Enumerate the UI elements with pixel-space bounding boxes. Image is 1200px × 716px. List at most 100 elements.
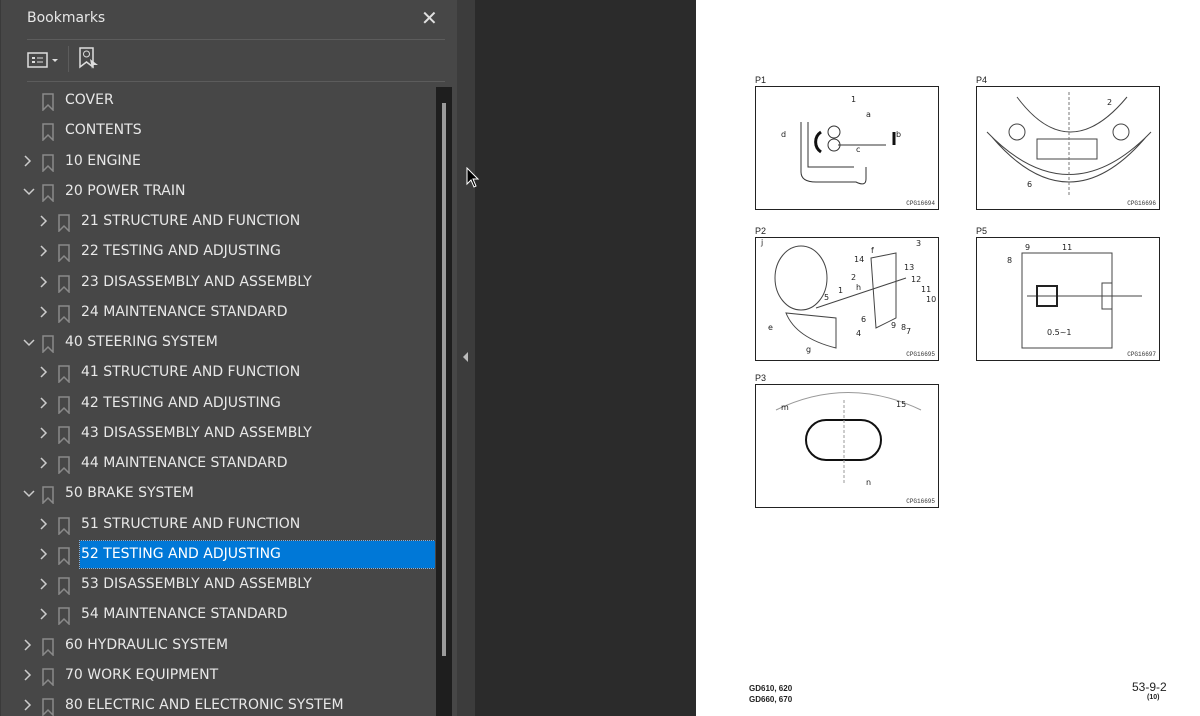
bookmark-icon bbox=[42, 486, 54, 506]
chevron-down-icon[interactable] bbox=[22, 184, 35, 198]
bookmark-label: COVER bbox=[65, 92, 114, 108]
bookmark-item[interactable]: 23 DISASSEMBLY AND ASSEMBLY bbox=[1, 269, 435, 297]
pdf-page: P1 1 a b c d CPG16694 P4 2 6 CPG16696 P2 j f 3 1… bbox=[696, 0, 1200, 716]
bookmark-label: 41 STRUCTURE AND FUNCTION bbox=[81, 364, 301, 381]
bookmark-item[interactable]: 80 ELECTRIC AND ELECTRONIC SYSTEM bbox=[1, 692, 435, 716]
bookmark-item[interactable]: 50 BRAKE SYSTEM bbox=[1, 480, 435, 508]
figure-callout: d bbox=[781, 130, 786, 139]
bookmark-item[interactable]: 41 STRUCTURE AND FUNCTION bbox=[1, 359, 435, 387]
bookmark-icon bbox=[58, 426, 70, 445]
figure-image: 1 a b c d CPG16694 bbox=[755, 86, 939, 210]
chevron-right-icon[interactable] bbox=[38, 517, 50, 531]
figure-callout: f bbox=[871, 246, 874, 255]
chevron-right-icon[interactable] bbox=[38, 365, 50, 379]
figure-callout: 1 bbox=[851, 95, 856, 104]
figure-code: CPG16694 bbox=[906, 200, 935, 207]
figure-callout: 9 bbox=[891, 321, 896, 330]
bookmark-item[interactable]: 24 MAINTENANCE STANDARD bbox=[1, 299, 435, 327]
figure-caption: P5 bbox=[976, 226, 988, 236]
divider bbox=[27, 81, 445, 82]
list-options-icon[interactable] bbox=[27, 50, 61, 74]
close-icon[interactable]: ✕ bbox=[421, 6, 438, 30]
chevron-right-icon[interactable] bbox=[38, 426, 50, 440]
chevron-right-icon[interactable] bbox=[38, 244, 50, 258]
bookmark-item[interactable]: 20 POWER TRAIN bbox=[1, 178, 435, 206]
page-number: 53-9-2 bbox=[1132, 680, 1167, 694]
bookmark-item[interactable]: 60 HYDRAULIC SYSTEM bbox=[1, 632, 435, 660]
figure-callout: 15 bbox=[896, 400, 906, 409]
bookmark-item[interactable]: 53 DISASSEMBLY AND ASSEMBLY bbox=[1, 571, 435, 599]
bookmark-icon bbox=[42, 123, 54, 143]
chevron-down-icon[interactable] bbox=[22, 335, 35, 349]
chevron-right-icon[interactable] bbox=[22, 668, 34, 682]
bookmark-icon bbox=[58, 365, 70, 385]
bookmark-tree: COVER CONTENTS 10 ENGINE 20 POWER TRAIN 21 S… bbox=[1, 86, 435, 716]
chevron-right-icon[interactable] bbox=[38, 577, 50, 591]
bookmark-item[interactable]: 70 WORK EQUIPMENT bbox=[1, 662, 435, 690]
figure-code: CPG16697 bbox=[1127, 351, 1156, 358]
bookmark-item[interactable]: 52 TESTING AND ADJUSTING bbox=[1, 539, 435, 569]
chevron-right-icon[interactable] bbox=[22, 698, 34, 712]
scrollbar-thumb[interactable] bbox=[442, 103, 446, 656]
figure-callout: 7 bbox=[906, 327, 911, 336]
bookmark-item[interactable]: 42 TESTING AND ADJUSTING bbox=[1, 390, 435, 418]
bookmark-item[interactable]: COVER bbox=[1, 87, 435, 115]
chevron-down-icon[interactable] bbox=[22, 486, 35, 500]
chevron-right-icon[interactable] bbox=[38, 607, 50, 621]
bookmark-icon bbox=[58, 547, 70, 566]
figure-callout: 8 bbox=[1007, 256, 1012, 265]
bookmark-label: 44 MAINTENANCE STANDARD bbox=[81, 455, 288, 471]
figure-callout: 9 bbox=[1025, 243, 1030, 252]
figure-callout: 4 bbox=[856, 329, 861, 338]
bookmarks-panel: Bookmarks ✕ COVER CONTENTS 10 ENGINE 20 POW… bbox=[0, 0, 457, 716]
figure-callout: 2 bbox=[851, 273, 856, 282]
bookmark-icon bbox=[58, 577, 70, 596]
bookmark-label: 51 STRUCTURE AND FUNCTION bbox=[81, 515, 301, 532]
figure-callout: 1 bbox=[838, 286, 843, 295]
bookmark-item[interactable]: 21 STRUCTURE AND FUNCTION bbox=[1, 208, 435, 236]
figure-p3: P3 m 15 n CPG16695 bbox=[755, 373, 939, 509]
figure-callout: 2 bbox=[1107, 98, 1112, 107]
chevron-right-icon[interactable] bbox=[38, 396, 50, 410]
divider bbox=[68, 46, 69, 72]
bookmark-icon bbox=[42, 335, 54, 354]
bookmark-label: 23 DISASSEMBLY AND ASSEMBLY bbox=[81, 273, 312, 290]
mouse-cursor-icon bbox=[466, 167, 480, 188]
chevron-right-icon[interactable] bbox=[38, 275, 50, 289]
figure-caption: P3 bbox=[755, 373, 767, 383]
collapse-panel-icon[interactable] bbox=[461, 351, 471, 363]
figure-callout: 11 bbox=[921, 285, 931, 294]
revision: (10) bbox=[1147, 694, 1160, 701]
chevron-right-icon[interactable] bbox=[22, 638, 34, 652]
bookmark-item[interactable]: 22 TESTING AND ADJUSTING bbox=[1, 238, 435, 266]
bookmark-item[interactable]: 43 DISASSEMBLY AND ASSEMBLY bbox=[1, 420, 435, 448]
bookmark-item[interactable]: 40 STEERING SYSTEM bbox=[1, 329, 435, 357]
scrollbar[interactable] bbox=[436, 87, 452, 716]
figure-image: j f 3 14 13 2 12 11 10 1 h 5 6 9 8 7 4 e g CPG16695 bbox=[755, 237, 939, 361]
bookmark-item[interactable]: 44 MAINTENANCE STANDARD bbox=[1, 450, 435, 478]
bookmark-item[interactable]: 54 MAINTENANCE STANDARD bbox=[1, 601, 435, 629]
bookmark-icon bbox=[42, 184, 54, 203]
panel-splitter[interactable] bbox=[457, 0, 475, 716]
bookmark-label: 22 TESTING AND ADJUSTING bbox=[81, 243, 281, 260]
bookmark-icon bbox=[58, 274, 70, 294]
chevron-right-icon[interactable] bbox=[22, 154, 34, 168]
chevron-right-icon[interactable] bbox=[38, 456, 50, 470]
bookmark-icon bbox=[42, 637, 54, 657]
bookmark-label: 60 HYDRAULIC SYSTEM bbox=[65, 636, 229, 653]
figure-image: 2 6 CPG16696 bbox=[976, 86, 1160, 210]
bookmark-icon bbox=[42, 153, 54, 173]
chevron-right-icon[interactable] bbox=[38, 547, 50, 561]
bookmark-item[interactable]: CONTENTS bbox=[1, 117, 435, 145]
chevron-right-icon[interactable] bbox=[38, 305, 50, 319]
figure-callout: 13 bbox=[904, 263, 914, 272]
find-bookmark-icon[interactable] bbox=[78, 47, 100, 75]
bookmark-item[interactable]: 10 ENGINE bbox=[1, 148, 435, 176]
figure-callout: e bbox=[768, 323, 773, 332]
bookmark-label: CONTENTS bbox=[65, 122, 142, 139]
bookmark-item[interactable]: 51 STRUCTURE AND FUNCTION bbox=[1, 511, 435, 539]
figure-callout: h bbox=[856, 283, 861, 292]
figure-p4: P4 2 6 CPG16696 bbox=[976, 75, 1160, 211]
bookmark-label: 42 TESTING AND ADJUSTING bbox=[81, 394, 281, 411]
chevron-right-icon[interactable] bbox=[38, 214, 50, 228]
